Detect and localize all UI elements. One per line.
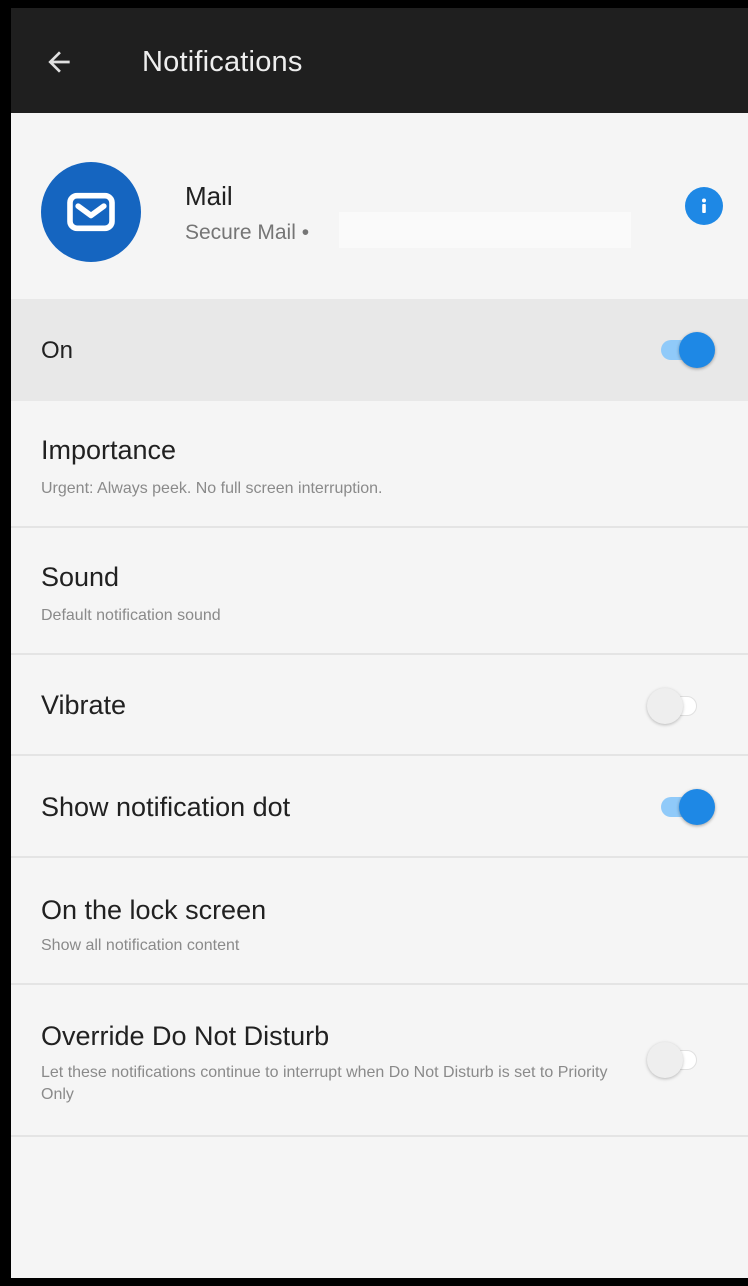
app-header: Mail Secure Mail • (11, 113, 748, 299)
notification-settings-screen: Notifications Mail Secure Mail • On Impo… (11, 8, 748, 1278)
back-button[interactable] (39, 42, 79, 82)
page-title: Notifications (142, 46, 303, 78)
mail-icon (67, 192, 115, 232)
toggle-thumb (679, 332, 715, 368)
setting-importance[interactable]: Importance Urgent: Always peek. No full … (11, 401, 748, 528)
master-toggle-label: On (41, 337, 74, 364)
app-subtitle: Secure Mail • (185, 221, 310, 244)
setting-title: Sound (41, 562, 120, 592)
setting-lock-screen[interactable]: On the lock screen Show all notification… (11, 858, 748, 985)
setting-subtitle: Show all notification content (41, 937, 240, 954)
setting-title: Override Do Not Disturb (41, 1021, 330, 1051)
arrow-left-icon (48, 51, 70, 73)
setting-vibrate[interactable]: Vibrate (11, 655, 748, 756)
master-toggle-switch[interactable] (657, 332, 717, 368)
setting-notification-dot[interactable]: Show notification dot (11, 756, 748, 858)
setting-title: Show notification dot (41, 792, 291, 822)
setting-subtitle: Default notification sound (41, 607, 221, 624)
setting-title: Vibrate (41, 690, 127, 720)
toggle-thumb (647, 1042, 683, 1078)
setting-sound[interactable]: Sound Default notification sound (11, 528, 748, 655)
setting-subtitle: Let these notifications continue to inte… (41, 1064, 608, 1103)
setting-override-dnd[interactable]: Override Do Not Disturb Let these notifi… (11, 985, 748, 1137)
vibrate-toggle-switch[interactable] (647, 688, 707, 724)
info-icon (702, 198, 706, 213)
setting-title: On the lock screen (41, 895, 267, 925)
toggle-thumb (647, 688, 683, 724)
toggle-thumb (679, 789, 715, 825)
redacted-area (339, 212, 631, 248)
override-dnd-toggle-switch[interactable] (647, 1042, 707, 1078)
app-info-button[interactable] (685, 187, 723, 225)
setting-subtitle: Urgent: Always peek. No full screen inte… (41, 480, 383, 497)
setting-title: Importance (41, 435, 177, 465)
notification-dot-toggle-switch[interactable] (657, 789, 717, 825)
app-bar: Notifications (11, 8, 748, 113)
master-toggle-row[interactable]: On (11, 299, 748, 401)
app-icon (41, 162, 141, 262)
app-name: Mail (185, 181, 233, 211)
